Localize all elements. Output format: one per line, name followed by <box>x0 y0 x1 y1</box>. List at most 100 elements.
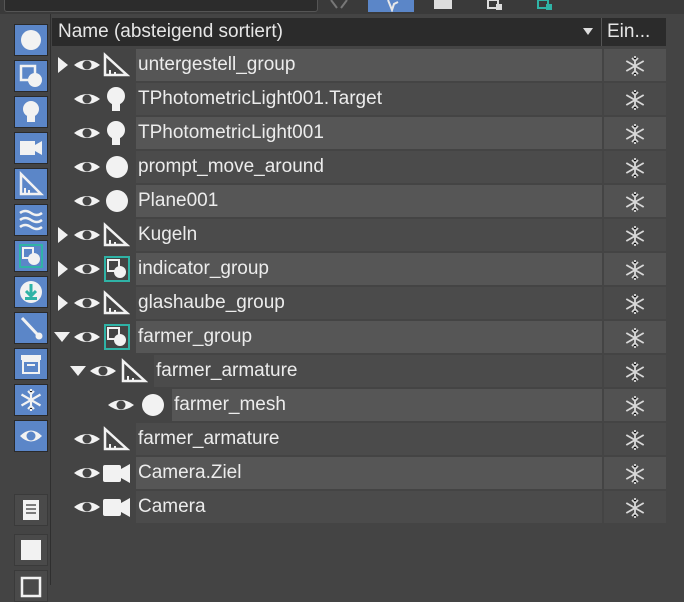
light-bulb-icon <box>107 87 125 111</box>
eye-icon[interactable] <box>72 55 102 75</box>
list-item[interactable]: TPhotometricLight001.Target <box>52 82 666 116</box>
freeze-icon[interactable] <box>624 191 646 213</box>
link-icon[interactable] <box>536 0 554 12</box>
search-field[interactable] <box>4 0 318 12</box>
scene-explorer-list: untergestell_group TPhotometricLight001.… <box>52 48 666 524</box>
list-item-label: glashaube_group <box>138 292 285 313</box>
eye-icon[interactable] <box>72 89 102 109</box>
helper-icon <box>103 222 130 247</box>
light-bulb-icon[interactable] <box>14 96 48 128</box>
eye-icon[interactable] <box>72 123 102 143</box>
expand-arrow-icon[interactable] <box>58 295 68 311</box>
freeze-icon[interactable] <box>624 259 646 281</box>
list-item[interactable]: farmer_mesh <box>52 388 666 422</box>
list-item[interactable]: glashaube_group <box>52 286 666 320</box>
group-icon <box>104 324 130 350</box>
list-item-label: prompt_move_around <box>138 156 324 177</box>
hierarchy-icon[interactable] <box>486 0 504 12</box>
freeze-icon[interactable] <box>624 89 646 111</box>
list-item[interactable]: farmer_group <box>52 320 666 354</box>
expand-arrow-icon[interactable] <box>58 57 68 73</box>
helper-icon <box>103 290 130 315</box>
list-item[interactable]: Camera <box>52 490 666 524</box>
eye-icon[interactable] <box>106 395 136 415</box>
group-icon <box>104 256 130 282</box>
column-header: Name (absteigend sortiert) Ein... <box>52 18 666 46</box>
bone-icon[interactable] <box>14 312 48 344</box>
list-item[interactable]: farmer_armature <box>52 422 666 456</box>
eye-icon[interactable] <box>72 157 102 177</box>
freeze-icon[interactable] <box>624 55 646 77</box>
freeze-icon[interactable] <box>624 395 646 417</box>
list-item-label: Camera <box>138 496 206 517</box>
eye-icon[interactable] <box>72 259 102 279</box>
list-item-label: farmer_group <box>138 326 253 347</box>
freeze-icon[interactable] <box>624 327 646 349</box>
eye-icon[interactable] <box>72 429 102 449</box>
eye-icon[interactable] <box>72 463 102 483</box>
list-item[interactable]: Plane001 <box>52 184 666 218</box>
eye-icon[interactable] <box>72 327 102 347</box>
sphere-icon <box>142 394 164 416</box>
expand-arrow-icon[interactable] <box>58 227 68 243</box>
list-item[interactable]: prompt_move_around <box>52 150 666 184</box>
camera-icon <box>103 464 130 483</box>
freeze-icon[interactable] <box>624 157 646 179</box>
helper-icon <box>103 426 130 451</box>
expand-arrow-icon[interactable] <box>58 261 68 277</box>
collapse-arrow-icon[interactable] <box>70 366 86 376</box>
freeze-icon[interactable] <box>624 225 646 247</box>
camera-icon[interactable] <box>14 132 48 164</box>
eye-icon[interactable] <box>72 191 102 211</box>
light-bulb-icon <box>107 121 125 145</box>
list-item[interactable]: untergestell_group <box>52 48 666 82</box>
list-item-label: indicator_group <box>138 258 269 279</box>
freeze-icon[interactable] <box>624 293 646 315</box>
eye-icon[interactable] <box>88 361 118 381</box>
name-column-header[interactable]: Name (absteigend sortiert) <box>52 18 602 46</box>
freeze-icon[interactable] <box>624 463 646 485</box>
list-item-label: TPhotometricLight001 <box>138 122 324 143</box>
freeze-icon[interactable] <box>624 429 646 451</box>
list-item[interactable]: Camera.Ziel <box>52 456 666 490</box>
sort-descending-icon[interactable] <box>583 28 593 35</box>
freeze-icon[interactable] <box>624 123 646 145</box>
group-icon[interactable] <box>14 240 48 272</box>
list-item[interactable]: farmer_armature <box>52 354 666 388</box>
list-item[interactable]: TPhotometricLight001 <box>52 116 666 150</box>
container-icon[interactable] <box>14 348 48 380</box>
layer-icon[interactable] <box>14 570 48 602</box>
list-item-label: farmer_mesh <box>174 394 286 415</box>
freeze-icon[interactable] <box>624 497 646 519</box>
list-item-label: TPhotometricLight001.Target <box>138 88 382 109</box>
geometry-icon[interactable] <box>14 60 48 92</box>
square-icon[interactable] <box>14 534 48 566</box>
eye-icon[interactable] <box>72 293 102 313</box>
eye-icon[interactable] <box>72 497 102 517</box>
list-item[interactable]: Kugeln <box>52 218 666 252</box>
sphere-icon <box>106 190 128 212</box>
eye-icon[interactable] <box>14 420 48 452</box>
list-icon[interactable] <box>14 494 48 526</box>
xref-icon[interactable] <box>14 276 48 308</box>
collapse-arrow-icon[interactable] <box>54 332 70 342</box>
list-item-label: Plane001 <box>138 190 219 211</box>
freeze-icon[interactable] <box>624 361 646 383</box>
left-filter-toolbar <box>0 14 51 602</box>
sphere-icon <box>106 156 128 178</box>
freeze-icon[interactable] <box>14 384 48 416</box>
list-item-label: farmer_armature <box>138 428 280 449</box>
filter-icon[interactable] <box>328 0 350 12</box>
list-item-label: untergestell_group <box>138 54 296 75</box>
name-column-label: Name (absteigend sortiert) <box>58 21 283 42</box>
list-item[interactable]: indicator_group <box>52 252 666 286</box>
select-mode-button[interactable] <box>368 0 414 12</box>
freeze-column-header[interactable]: Ein... <box>602 18 666 46</box>
box-icon[interactable] <box>432 0 454 12</box>
list-item-label: Camera.Ziel <box>138 462 242 483</box>
eye-icon[interactable] <box>72 225 102 245</box>
helper-icon <box>121 358 148 383</box>
sphere-icon[interactable] <box>14 24 48 56</box>
spacewarp-icon[interactable] <box>14 204 48 236</box>
helper-icon[interactable] <box>14 168 48 200</box>
